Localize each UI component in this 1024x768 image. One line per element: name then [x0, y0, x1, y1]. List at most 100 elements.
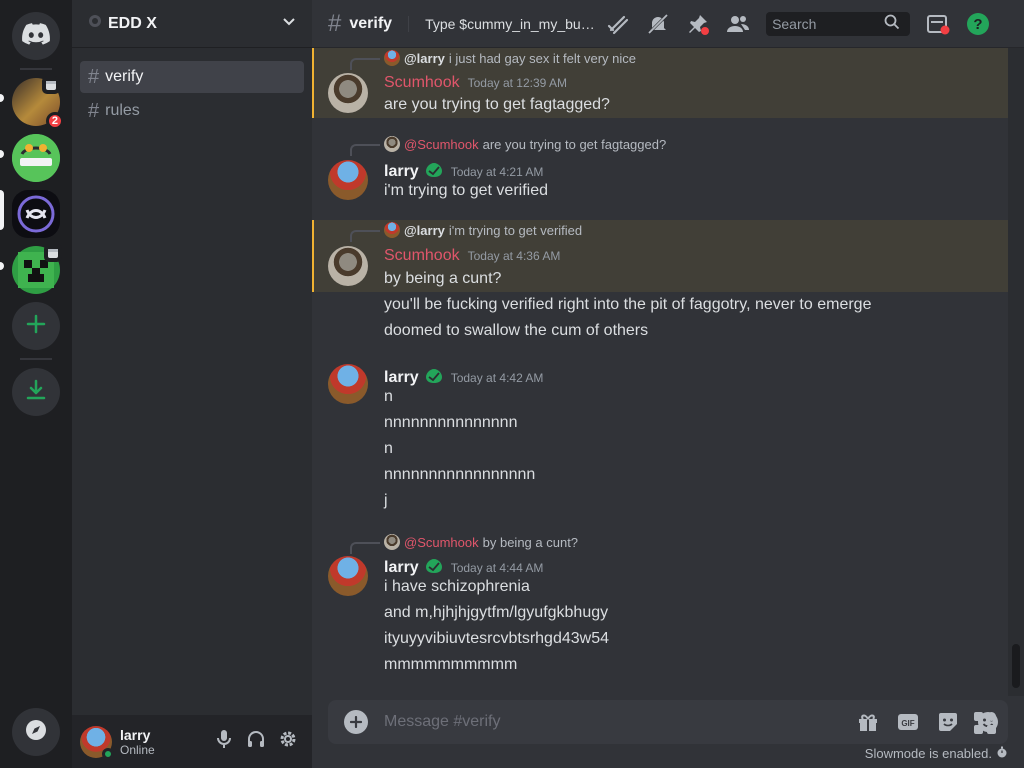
- reply-text: i'm trying to get verified: [448, 222, 583, 238]
- reply-preview[interactable]: @larry i just had gay sex it felt very n…: [350, 50, 637, 70]
- avatar[interactable]: [328, 246, 368, 286]
- message-author[interactable]: larry: [384, 369, 419, 387]
- inbox-button[interactable]: [926, 12, 950, 36]
- message-item[interactable]: larry Today at 4:42 AM n nnnnnnnnnnnnnnn…: [312, 364, 1008, 514]
- explore-servers-button[interactable]: [12, 708, 60, 756]
- pinned-messages-button[interactable]: [686, 12, 710, 36]
- server-icon-vegans[interactable]: [12, 134, 60, 182]
- username: larry: [120, 726, 151, 743]
- channel-title: verify: [349, 14, 393, 32]
- gif-icon: GIF: [898, 714, 918, 730]
- help-button[interactable]: ?: [966, 12, 990, 36]
- reply-author: @Scumhook: [404, 136, 479, 152]
- deafen-button[interactable]: [240, 726, 272, 758]
- reply-text: i just had gay sex it felt very nice: [448, 50, 637, 66]
- channel-item-verify[interactable]: # verify: [80, 61, 304, 93]
- message-input[interactable]: [384, 713, 856, 731]
- slowmode-notice: Slowmode is enabled.: [865, 746, 1008, 761]
- upload-button[interactable]: [344, 710, 368, 734]
- app-launcher-button[interactable]: [972, 710, 998, 736]
- threads-button[interactable]: [606, 12, 630, 36]
- reply-text: by being a cunt?: [482, 534, 579, 550]
- edd-x-logo-icon: [17, 195, 55, 233]
- mute-button[interactable]: [208, 726, 240, 758]
- message-text: are you trying to get fagtagged?: [384, 96, 610, 113]
- guild-icon: [88, 14, 102, 33]
- chevron-down-icon: [282, 14, 296, 33]
- download-icon: [25, 379, 47, 406]
- reply-author: @larry: [404, 50, 445, 66]
- avatar[interactable]: [328, 556, 368, 596]
- reply-preview[interactable]: @Scumhook are you trying to get fagtagge…: [350, 136, 666, 156]
- bell-muted-icon: [648, 13, 669, 34]
- channel-sidebar: EDD X # verify # rules larry Online: [72, 0, 312, 768]
- apps-icon: [974, 712, 996, 734]
- avatar[interactable]: [80, 725, 114, 760]
- server-icon-creeper[interactable]: [12, 244, 62, 294]
- message-item[interactable]: @Scumhook by being a cunt? larry Today a…: [312, 532, 1008, 682]
- gift-button[interactable]: [856, 710, 880, 734]
- message-scrollbar[interactable]: [1008, 48, 1024, 696]
- message-header: larry Today at 4:21 AM: [384, 160, 543, 181]
- reply-preview[interactable]: @larry i'm trying to get verified: [350, 222, 583, 242]
- reply-avatar: [384, 136, 400, 152]
- channel-topic[interactable]: Type $cummy_in_my_bummy to get verified: [408, 15, 598, 32]
- reply-author: @Scumhook: [404, 534, 479, 550]
- reply-preview[interactable]: @Scumhook by being a cunt?: [350, 534, 579, 554]
- threads-icon: [607, 15, 629, 34]
- message-timestamp: Today at 12:39 AM: [467, 76, 567, 90]
- sticker-button[interactable]: [936, 710, 960, 734]
- scrollbar-thumb[interactable]: [1012, 644, 1020, 688]
- message-timestamp: Today at 4:44 AM: [450, 561, 544, 575]
- message-item[interactable]: @Scumhook are you trying to get fagtagge…: [312, 134, 1008, 204]
- sticker-icon: [939, 713, 957, 731]
- message-header: larry Today at 4:42 AM: [384, 366, 543, 387]
- notification-settings-button[interactable]: [646, 12, 670, 36]
- text-channel-icon: #: [88, 65, 100, 88]
- reply-avatar: [384, 222, 400, 238]
- rail-divider: [20, 68, 52, 70]
- discord-app: 2 EDD X # verify # rules larry Online # …: [0, 0, 1024, 768]
- headphones-icon: [246, 729, 266, 754]
- message-item[interactable]: @larry i'm trying to get verified Scumho…: [312, 220, 1008, 292]
- member-list-button[interactable]: [726, 12, 750, 36]
- message-text: nnnnnnnnnnnnnnn: [384, 414, 518, 431]
- channel-item-rules[interactable]: # rules: [80, 95, 304, 127]
- download-apps-button[interactable]: [12, 368, 60, 416]
- message-text: and m,hjhjhjgytfm/lgyufgkbhugy: [384, 604, 609, 621]
- user-panel: larry Online: [72, 715, 312, 768]
- search-bar[interactable]: [766, 11, 911, 36]
- event-icon: [44, 244, 62, 262]
- text-channel-icon: #: [328, 9, 342, 37]
- message-composer: GIF: [328, 700, 1008, 744]
- selected-pill: [0, 190, 4, 230]
- message-item[interactable]: @larry i just had gay sex it felt very n…: [312, 48, 1008, 118]
- reply-spine: [350, 58, 380, 70]
- user-status: Online: [120, 742, 155, 757]
- add-server-button[interactable]: [12, 302, 60, 350]
- gif-button[interactable]: GIF: [896, 710, 920, 734]
- server-icon-edd-x[interactable]: [12, 190, 60, 238]
- reply-spine: [350, 144, 380, 156]
- unread-pill: [0, 262, 4, 270]
- stopwatch-icon: [996, 746, 1008, 761]
- reply-avatar: [384, 534, 400, 550]
- discord-logo-icon: [22, 22, 50, 50]
- guild-header[interactable]: EDD X: [72, 0, 312, 48]
- avatar[interactable]: [328, 73, 368, 113]
- channel-label: rules: [105, 102, 140, 119]
- server-icon-1[interactable]: 2: [12, 76, 64, 130]
- avatar[interactable]: [328, 364, 368, 404]
- message-author[interactable]: Scumhook: [384, 74, 460, 92]
- message-author[interactable]: larry: [384, 559, 419, 577]
- user-settings-button[interactable]: [272, 726, 304, 758]
- avatar[interactable]: [328, 160, 368, 200]
- microphone-icon: [216, 729, 232, 754]
- home-button[interactable]: [12, 12, 60, 60]
- message-author[interactable]: Scumhook: [384, 247, 460, 265]
- search-input[interactable]: [772, 15, 885, 32]
- guild-name: EDD X: [108, 14, 157, 32]
- message-author[interactable]: larry: [384, 163, 419, 181]
- message-header: larry Today at 4:44 AM: [384, 556, 543, 577]
- rail-divider: [20, 358, 52, 360]
